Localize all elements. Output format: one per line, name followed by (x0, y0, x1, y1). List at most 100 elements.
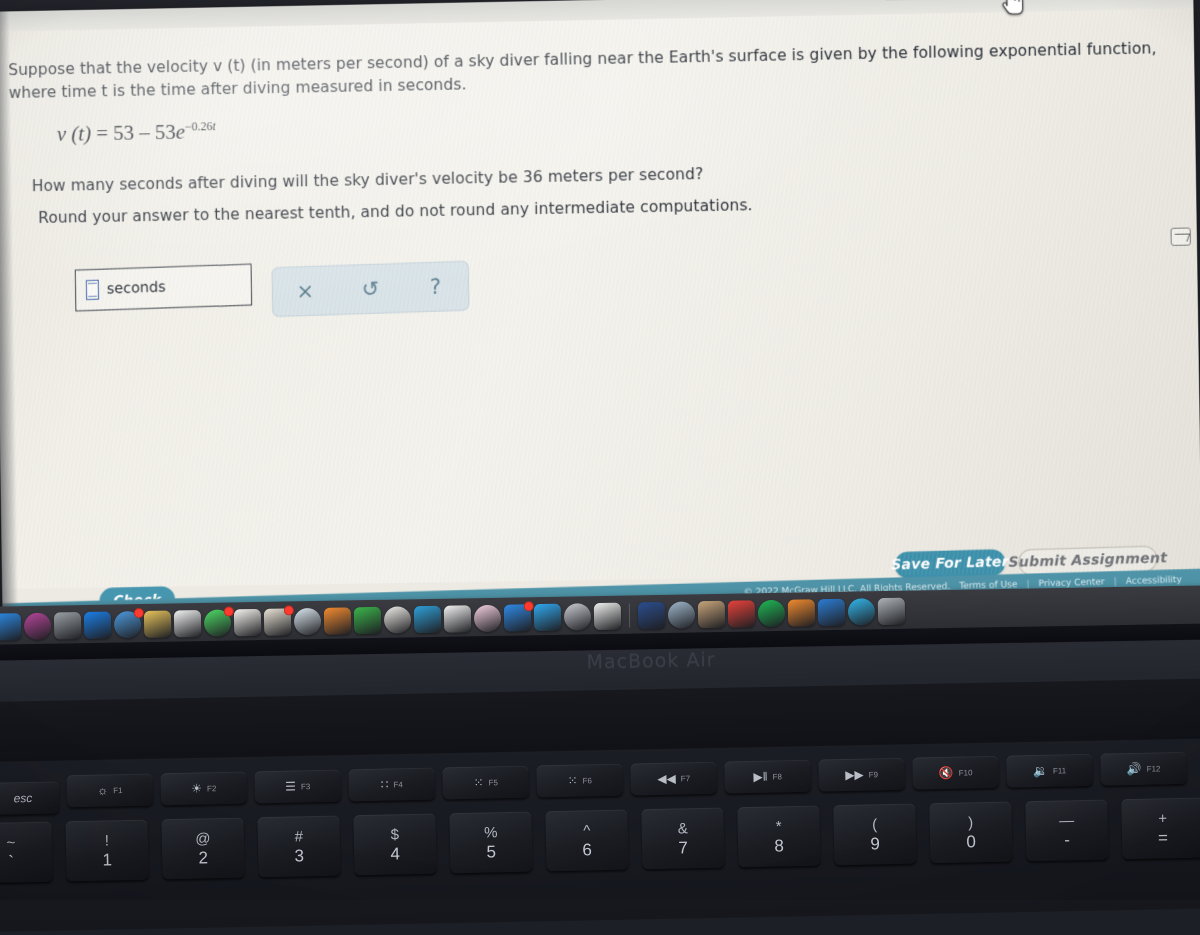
laptop-keyboard: esc ☼ F1 ☀F2 ☰ F3 ∷ F4 ⁙F5⁙F6 ◀◀ F7 ▶‖F8▶▶F9 🔇 F10 🔉 F1… (0, 749, 1200, 935)
dock-badge (284, 605, 294, 615)
key-glyph-icon: ☰ (285, 780, 296, 792)
footer-separator-2: | (1114, 577, 1117, 587)
undo-icon[interactable]: ↺ (350, 278, 390, 300)
key-glyph-icon: 🔊 (1127, 763, 1142, 775)
clear-icon[interactable]: × (285, 280, 325, 302)
skype-icon[interactable] (848, 598, 875, 625)
word-icon[interactable] (698, 600, 725, 627)
system-prefs-icon[interactable] (54, 612, 81, 639)
spotify-icon[interactable] (758, 599, 785, 626)
key-base-label: 4 (390, 845, 400, 862)
key-glyph-icon: 🔉 (1033, 765, 1048, 777)
key-f4[interactable]: ∷ F4 (348, 768, 435, 802)
key-fn-label: F1 (113, 786, 123, 795)
key-fn-label: F9 (869, 770, 879, 779)
key-4[interactable]: $4 (353, 814, 436, 876)
exponent-variable: t (212, 119, 216, 133)
books-icon[interactable] (788, 599, 815, 626)
key-`[interactable]: ~` (0, 822, 53, 884)
screenshot-icon[interactable] (668, 601, 695, 628)
help-icon[interactable]: ? (415, 276, 455, 298)
key-f3[interactable]: ☰ F3 (254, 770, 341, 804)
graph-icon[interactable] (1171, 227, 1191, 245)
key-f11[interactable]: 🔉 F11 (1006, 754, 1093, 788)
key-glyph-icon: ◀◀ (657, 773, 676, 785)
safari-icon[interactable] (84, 611, 111, 638)
key-base-label: - (1064, 831, 1070, 848)
laptop-screen: Suppose that the velocity v (t) (in mete… (0, 0, 1200, 634)
key-glyph-icon: ☼ (97, 784, 108, 796)
photos-icon[interactable] (384, 606, 411, 633)
key-5[interactable]: %5 (449, 812, 532, 874)
messages-icon[interactable] (204, 609, 231, 636)
contacts-icon[interactable] (264, 608, 291, 635)
key-3[interactable]: #3 (257, 816, 340, 878)
key-9[interactable]: (9 (833, 803, 916, 865)
key-shift-label: # (294, 829, 303, 844)
textedit-icon[interactable] (594, 602, 621, 629)
key-0[interactable]: )0 (929, 801, 1012, 863)
finder-icon[interactable] (0, 613, 21, 640)
answer-unit-label: seconds (107, 279, 166, 297)
key-1[interactable]: !1 (65, 820, 148, 882)
key-=[interactable]: += (1121, 797, 1200, 859)
answer-caret-icon (86, 280, 99, 300)
key-fn-label: F7 (681, 774, 691, 783)
key-f12[interactable]: 🔊F12 (1100, 752, 1187, 786)
key-esc[interactable]: esc (0, 781, 59, 815)
zoom-icon[interactable] (638, 601, 665, 628)
key-f5[interactable]: ⁙F5 (442, 766, 529, 800)
edge-icon[interactable] (818, 598, 845, 625)
app-store-icon[interactable] (504, 604, 531, 631)
numbers-icon[interactable] (354, 606, 381, 633)
key-8[interactable]: *8 (737, 806, 820, 868)
trash-icon[interactable] (878, 597, 905, 624)
mail-icon[interactable] (114, 611, 141, 638)
key-shift-label: ( (872, 817, 877, 832)
key-f2[interactable]: ☀F2 (160, 771, 247, 805)
equation-term1: 53 (113, 121, 134, 145)
key-6[interactable]: ^6 (545, 810, 628, 872)
key-f9[interactable]: ▶▶F9 (818, 758, 905, 792)
key-2[interactable]: @2 (161, 818, 244, 880)
maps-icon[interactable] (294, 607, 321, 634)
key-glyph-icon: ∷ (381, 779, 389, 791)
key-base-label: ` (8, 853, 14, 870)
exponent-coefficient: 0.26 (192, 119, 213, 133)
key-f1[interactable]: ☼ F1 (66, 773, 153, 807)
key-shift-label: * (776, 819, 782, 834)
equation-term2: 53 (155, 120, 176, 144)
chrome-icon[interactable] (728, 600, 755, 627)
key-shift-label: ) (968, 815, 973, 830)
key-fn-label: F4 (393, 780, 403, 789)
illustrator-icon[interactable] (534, 603, 561, 630)
preview-icon[interactable] (564, 603, 591, 630)
itunes-icon[interactable] (474, 604, 501, 631)
notes-icon[interactable] (144, 610, 171, 637)
key-f7[interactable]: ◀◀ F7 (630, 762, 717, 796)
key-fn-label: F10 (959, 768, 973, 777)
siri-icon[interactable] (24, 612, 51, 639)
key-f10[interactable]: 🔇 F10 (912, 756, 999, 790)
key-f8[interactable]: ▶‖F8 (724, 760, 811, 794)
key-base-label: 2 (198, 849, 208, 866)
key-base-label: 5 (486, 843, 496, 860)
key-shift-label: — (1059, 813, 1074, 828)
equation-exponent: −0.26t (185, 119, 216, 134)
key-base-label: 1 (102, 851, 112, 868)
equation-lhs: v (t) (57, 121, 91, 146)
key-base-label: 0 (966, 833, 976, 850)
key-fn-label: F3 (301, 782, 311, 791)
key-7[interactable]: &7 (641, 808, 724, 870)
answer-input[interactable]: seconds (75, 264, 252, 312)
key--[interactable]: —- (1025, 799, 1108, 861)
photo-scene: MacBook Air Suppose that the velocity v … (0, 0, 1200, 900)
key-glyph-icon: 🔇 (939, 767, 954, 779)
no-entry-icon[interactable] (444, 605, 471, 632)
keynote-icon[interactable] (414, 605, 441, 632)
pages-icon[interactable] (324, 607, 351, 634)
calendar-icon[interactable] (174, 609, 201, 636)
key-fn-label: F11 (1053, 766, 1066, 775)
reminders-icon[interactable] (234, 608, 261, 635)
key-f6[interactable]: ⁙F6 (536, 764, 623, 798)
